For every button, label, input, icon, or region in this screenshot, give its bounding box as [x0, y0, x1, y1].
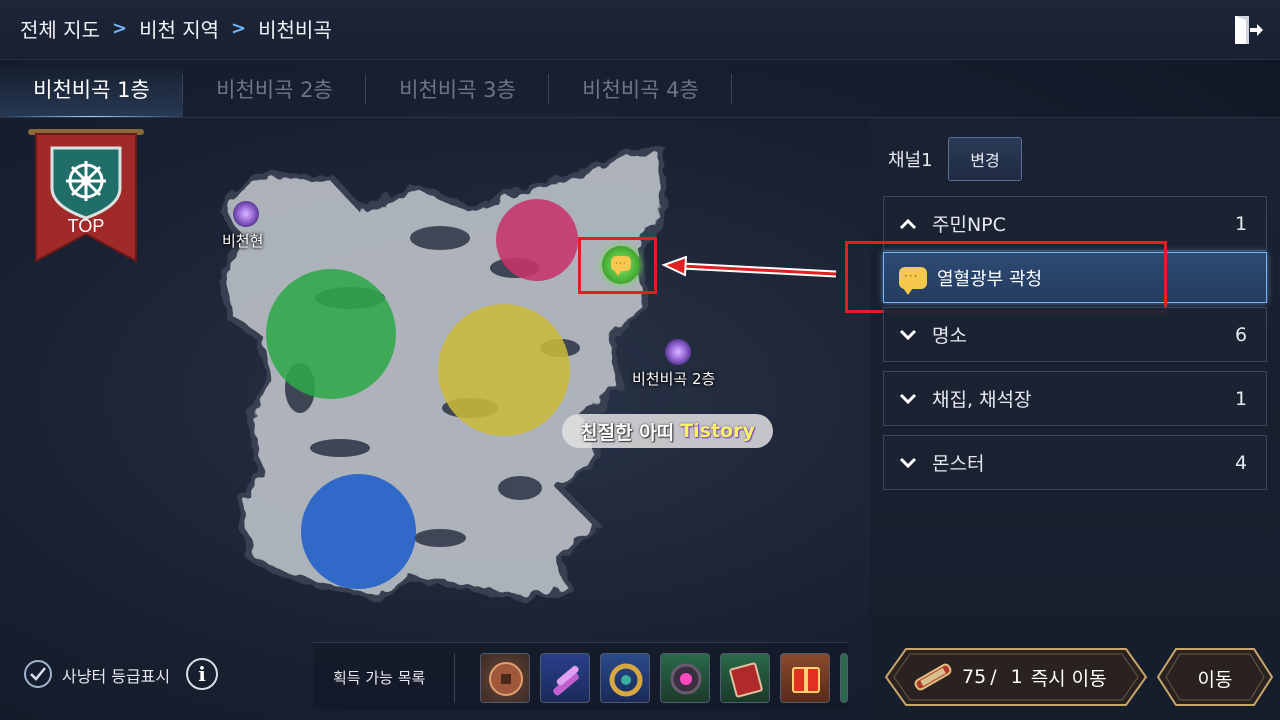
- teleport-scroll-icon: [914, 663, 952, 691]
- move-button[interactable]: 이동: [1154, 646, 1276, 708]
- drop-list-label: 획득 가능 목록: [333, 669, 426, 687]
- category-landmark[interactable]: 명소 6: [883, 307, 1267, 362]
- portal-label-bicheonhyeon: 비천현: [222, 232, 264, 250]
- breadcrumb: 전체 지도 > 비천 지역 > 비천비곡: [20, 14, 332, 43]
- category-monster[interactable]: 몬스터 4: [883, 435, 1267, 490]
- tab-label: 비천비곡 4층: [582, 78, 699, 102]
- zone-circle-red: [496, 199, 578, 281]
- chevron-down-icon: [884, 393, 932, 405]
- exit-icon[interactable]: [1230, 12, 1266, 48]
- instant-move-label: 즉시 이동: [1030, 667, 1107, 690]
- category-count: 6: [1234, 323, 1248, 346]
- category-resident-npc[interactable]: 주민NPC 1: [883, 196, 1267, 251]
- scroll-cost: 1: [1010, 666, 1023, 688]
- info-icon[interactable]: i: [186, 658, 218, 690]
- more-items-edge[interactable]: [840, 653, 848, 703]
- bubble-dots: ···: [615, 259, 627, 269]
- gem-icon[interactable]: [660, 653, 710, 703]
- watermark-brand: Tistory: [680, 420, 755, 442]
- tab-floor-3[interactable]: 비천비곡 3층: [366, 60, 549, 118]
- category-label: 명소: [932, 325, 967, 347]
- zone-circle-green: [266, 269, 396, 399]
- channel-label: 채널1: [888, 150, 933, 171]
- top-rank-banner[interactable]: TOP: [26, 126, 146, 266]
- npc-name: 열혈광부 곽청: [937, 268, 1043, 290]
- watermark-text: 친절한 아띠: [580, 421, 675, 444]
- tab-floor-2[interactable]: 비천비곡 2층: [183, 60, 366, 118]
- watermark: 친절한 아띠 Tistory: [562, 414, 773, 448]
- portal-icon[interactable]: [233, 201, 259, 227]
- chevron-down-icon: [884, 329, 932, 341]
- portal-icon[interactable]: [665, 339, 691, 365]
- drop-list-bar: 획득 가능 목록: [313, 642, 848, 710]
- chevron-up-icon: [884, 218, 932, 230]
- category-count: 4: [1234, 451, 1248, 474]
- breadcrumb-world-map[interactable]: 전체 지도: [20, 14, 100, 43]
- scroll-separator: /: [990, 666, 997, 688]
- coin-icon[interactable]: [480, 653, 530, 703]
- chevron-down-icon: [884, 457, 932, 469]
- tab-floor-1[interactable]: 비천비곡 1층: [0, 60, 183, 118]
- dragon-ring-icon[interactable]: [600, 653, 650, 703]
- drop-list-divider: [454, 653, 455, 703]
- floor-tabs: 비천비곡 1층 비천비곡 2층 비천비곡 3층 비천비곡 4층: [0, 60, 870, 118]
- hunt-grade-checkbox[interactable]: [24, 660, 52, 688]
- category-gathering[interactable]: 채집, 채석장 1: [883, 371, 1267, 426]
- chevron-right-icon: >: [231, 18, 247, 39]
- red-box-icon[interactable]: [780, 653, 830, 703]
- instant-move-content: 75 / 1 즉시 이동: [910, 662, 1107, 692]
- category-label: 몬스터: [932, 453, 985, 475]
- chevron-right-icon: >: [111, 18, 128, 39]
- category-label: 채집, 채석장: [932, 389, 1032, 411]
- change-channel-button[interactable]: 변경: [948, 137, 1022, 181]
- book-icon[interactable]: [720, 653, 770, 703]
- header: 전체 지도 > 비천 지역 > 비천비곡: [0, 0, 1280, 60]
- zone-circle-yellow: [438, 304, 570, 436]
- category-count: 1: [1234, 387, 1248, 410]
- tab-label: 비천비곡 3층: [399, 78, 516, 102]
- top-banner-label: TOP: [67, 216, 105, 236]
- chat-bubble-icon: ···: [899, 266, 927, 295]
- tab-floor-4[interactable]: 비천비곡 4층: [549, 60, 732, 118]
- scroll-bundle-icon[interactable]: [540, 653, 590, 703]
- category-label: 주민NPC: [932, 214, 1006, 236]
- pointer-arrow: [661, 256, 837, 278]
- category-count: 1: [1234, 212, 1248, 235]
- tab-label: 비천비곡 1층: [33, 78, 150, 102]
- hunt-grade-label: 사냥터 등급표시: [62, 667, 171, 686]
- zone-circle-blue: [301, 474, 416, 589]
- instant-move-button[interactable]: 75 / 1 즉시 이동: [882, 646, 1150, 708]
- portal-label-floor-2: 비천비곡 2층: [632, 370, 716, 388]
- tab-divider: [731, 74, 732, 104]
- breadcrumb-area: 비천비곡: [258, 18, 332, 42]
- scroll-count: 75: [962, 666, 987, 688]
- move-label: 이동: [1197, 669, 1233, 691]
- npc-list-item[interactable]: ··· 열혈광부 곽청: [883, 252, 1267, 303]
- map-screen: 전체 지도 > 비천 지역 > 비천비곡 비천비곡 1층 비천비곡 2층 비천비…: [0, 0, 1280, 720]
- tab-label: 비천비곡 2층: [216, 78, 333, 102]
- breadcrumb-region[interactable]: 비천 지역: [139, 14, 219, 43]
- npc-marker-icon[interactable]: ···: [602, 246, 640, 284]
